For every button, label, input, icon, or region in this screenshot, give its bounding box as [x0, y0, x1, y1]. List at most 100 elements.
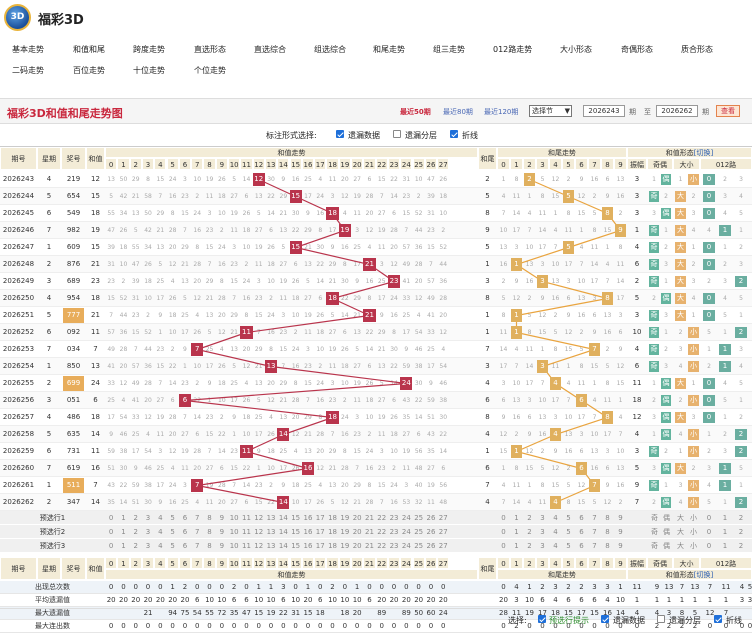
preselect-shape-cell[interactable]: 奇: [649, 511, 660, 525]
preselect-sum-cell[interactable]: 17: [314, 539, 326, 553]
preselect-tail-cell[interactable]: 0: [497, 539, 510, 553]
preselect-tail-cell[interactable]: 9: [614, 525, 627, 539]
preselect-sum-cell[interactable]: 23: [388, 525, 400, 539]
preselect-sum-cell[interactable]: 16: [302, 539, 314, 553]
preselect-sum-cell[interactable]: 14: [277, 525, 289, 539]
preselect-tail-cell[interactable]: 3: [536, 525, 549, 539]
preselect-sum-cell[interactable]: 18: [326, 511, 338, 525]
preselect-tail-cell[interactable]: 6: [575, 539, 588, 553]
preselect-tail-cell[interactable]: 8: [601, 539, 614, 553]
nav-item-15[interactable]: 个位走势: [194, 65, 226, 76]
preselect-sum-cell[interactable]: 24: [400, 511, 412, 525]
range-120[interactable]: 最近120期: [484, 107, 518, 117]
preselect-sum-cell[interactable]: 21: [363, 511, 375, 525]
preselect-r012-cell[interactable]: 2: [735, 511, 747, 525]
preselect-sum-cell[interactable]: 24: [400, 525, 412, 539]
preselect-sum-cell[interactable]: 22: [376, 525, 388, 539]
preselect-sum-cell[interactable]: 8: [203, 511, 215, 525]
preselect-sum-cell[interactable]: 22: [376, 539, 388, 553]
opt-miss-checkbox[interactable]: [336, 130, 344, 138]
preselect-sum-cell[interactable]: 23: [388, 539, 400, 553]
preselect-sum-cell[interactable]: 7: [191, 539, 203, 553]
preselect-sum-cell[interactable]: 6: [179, 539, 191, 553]
preselect-tail-cell[interactable]: 9: [614, 511, 627, 525]
preselect-sum-cell[interactable]: 21: [363, 525, 375, 539]
nav-item-10[interactable]: 奇偶形态: [621, 44, 653, 55]
range-50[interactable]: 最近50期: [400, 107, 431, 117]
preselect-tail-cell[interactable]: 4: [549, 525, 562, 539]
preselect-tail-cell[interactable]: 3: [536, 511, 549, 525]
nav-item-8[interactable]: 012路走势: [493, 44, 532, 55]
preselect-shape-cell[interactable]: 大: [675, 525, 686, 539]
preselect-tail-cell[interactable]: 9: [614, 539, 627, 553]
preselect-sum-cell[interactable]: 13: [265, 525, 277, 539]
preselect-tail-cell[interactable]: 6: [575, 511, 588, 525]
preselect-sum-cell[interactable]: 0: [105, 539, 117, 553]
preselect-sum-cell[interactable]: 24: [400, 539, 412, 553]
preselect-sum-cell[interactable]: 0: [105, 511, 117, 525]
preselect-r012-cell[interactable]: 2: [735, 539, 747, 553]
preselect-tail-cell[interactable]: 5: [562, 511, 575, 525]
preselect-sum-cell[interactable]: 12: [253, 539, 265, 553]
shape-switch-link[interactable]: [切换]: [694, 571, 713, 579]
preselect-r012-cell[interactable]: 1: [719, 539, 731, 553]
preselect-sum-cell[interactable]: 4: [154, 511, 166, 525]
preselect-sum-cell[interactable]: 21: [363, 539, 375, 553]
period-select[interactable]: 选择节: [529, 105, 572, 117]
preselect-r012-cell[interactable]: 0: [703, 539, 715, 553]
preselect-tail-cell[interactable]: 8: [601, 525, 614, 539]
nav-item-3[interactable]: 直选形态: [194, 44, 226, 55]
preselect-sum-cell[interactable]: 20: [351, 539, 363, 553]
preselect-sum-cell[interactable]: 3: [142, 511, 154, 525]
preselect-tail-cell[interactable]: 1: [510, 511, 523, 525]
nav-item-14[interactable]: 十位走势: [133, 65, 165, 76]
preselect-sum-cell[interactable]: 12: [253, 511, 265, 525]
preselect-sum-cell[interactable]: 19: [339, 511, 351, 525]
preselect-sum-cell[interactable]: 27: [437, 539, 449, 553]
preselect-r012-cell[interactable]: 1: [719, 511, 731, 525]
preselect-sum-cell[interactable]: 16: [302, 525, 314, 539]
preselect-sum-cell[interactable]: 18: [326, 525, 338, 539]
preselect-sum-cell[interactable]: 23: [388, 511, 400, 525]
preselect-tail-cell[interactable]: 3: [536, 539, 549, 553]
preselect-sum-cell[interactable]: 26: [425, 539, 437, 553]
preselect-tail-cell[interactable]: 8: [601, 511, 614, 525]
preselect-sum-cell[interactable]: 10: [228, 539, 240, 553]
nav-item-4[interactable]: 直选综合: [254, 44, 286, 55]
preselect-sum-cell[interactable]: 12: [253, 525, 265, 539]
preselect-sum-cell[interactable]: 7: [191, 511, 203, 525]
preselect-sum-cell[interactable]: 2: [130, 539, 142, 553]
preselect-r012-cell[interactable]: 0: [703, 511, 715, 525]
nav-item-2[interactable]: 跨度走势: [133, 44, 165, 55]
nav-item-6[interactable]: 和尾走势: [373, 44, 405, 55]
nav-item-5[interactable]: 组选综合: [314, 44, 346, 55]
ft-miss-checkbox[interactable]: [601, 615, 609, 623]
preselect-sum-cell[interactable]: 1: [117, 539, 129, 553]
preselect-sum-cell[interactable]: 26: [425, 525, 437, 539]
to-issue-input[interactable]: 2026262: [656, 105, 698, 117]
preselect-shape-cell[interactable]: 小: [688, 511, 699, 525]
preselect-tail-cell[interactable]: 2: [523, 525, 536, 539]
preselect-shape-cell[interactable]: 偶: [661, 511, 672, 525]
preselect-sum-cell[interactable]: 7: [191, 525, 203, 539]
preselect-sum-cell[interactable]: 9: [216, 539, 228, 553]
preselect-sum-cell[interactable]: 14: [277, 539, 289, 553]
range-80[interactable]: 最近80期: [443, 107, 473, 117]
preselect-sum-cell[interactable]: 13: [265, 539, 277, 553]
preselect-sum-cell[interactable]: 5: [167, 511, 179, 525]
preselect-sum-cell[interactable]: 19: [339, 525, 351, 539]
preselect-r012-cell[interactable]: 0: [703, 525, 715, 539]
preselect-sum-cell[interactable]: 25: [413, 511, 425, 525]
preselect-shape-cell[interactable]: 偶: [661, 525, 672, 539]
preselect-sum-cell[interactable]: 20: [351, 511, 363, 525]
preselect-tail-cell[interactable]: 0: [497, 511, 510, 525]
preselect-r012-cell[interactable]: 1: [719, 525, 731, 539]
preselect-r012-cell[interactable]: 2: [735, 525, 747, 539]
ft-preselect-checkbox[interactable]: [538, 615, 546, 623]
preselect-sum-cell[interactable]: 6: [179, 525, 191, 539]
preselect-tail-cell[interactable]: 4: [549, 539, 562, 553]
preselect-tail-cell[interactable]: 7: [588, 539, 601, 553]
preselect-sum-cell[interactable]: 10: [228, 511, 240, 525]
nav-item-0[interactable]: 基本走势: [12, 44, 44, 55]
preselect-sum-cell[interactable]: 19: [339, 539, 351, 553]
